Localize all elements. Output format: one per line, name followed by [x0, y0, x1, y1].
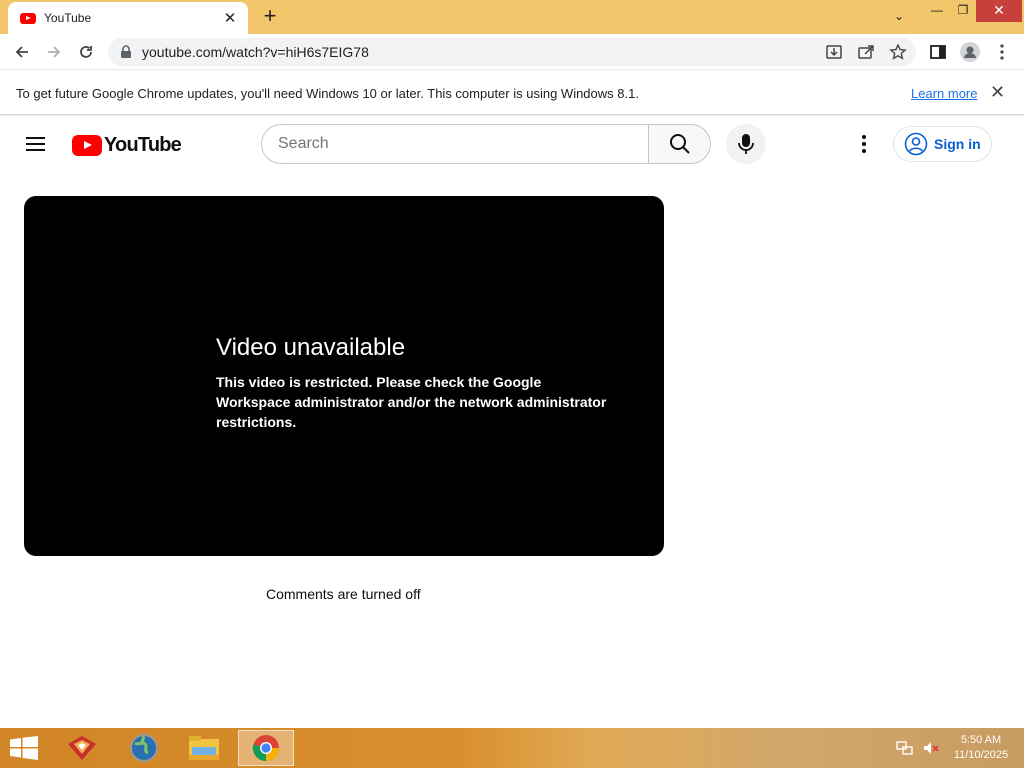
clock-time: 5:50 AM	[960, 734, 1002, 746]
profile-button[interactable]	[958, 40, 982, 64]
comments-status: Comments are turned off	[266, 586, 421, 602]
share-icon	[858, 45, 874, 59]
back-arrow-icon	[15, 46, 28, 58]
search-input[interactable]	[261, 124, 648, 164]
youtube-logo-text: YouTube	[104, 133, 182, 156]
infobar-close-icon[interactable]: ✕	[990, 82, 1005, 103]
volume-muted-icon[interactable]	[922, 740, 940, 756]
chrome-menu-button[interactable]	[990, 40, 1014, 64]
install-icon	[826, 45, 842, 59]
minimize-button[interactable]: —	[926, 0, 948, 22]
clock-date: 11/10/2025	[953, 749, 1009, 761]
search-icon	[669, 134, 690, 154]
sign-in-button[interactable]: Sign in	[893, 126, 992, 162]
microphone-icon	[738, 134, 754, 154]
taskbar-chrome[interactable]	[238, 730, 294, 766]
reload-button[interactable]	[74, 40, 98, 64]
side-panel-button[interactable]	[926, 40, 950, 64]
tab-youtube[interactable]: YouTube ✕	[8, 2, 248, 34]
kebab-menu-icon	[1000, 44, 1004, 60]
search-box	[261, 124, 711, 164]
browser-toolbar: youtube.com/watch?v=hiH6s7EIG78	[0, 34, 1024, 70]
youtube-logo[interactable]: YouTube	[72, 133, 182, 157]
url-text: youtube.com/watch?v=hiH6s7EIG78	[142, 44, 369, 60]
address-bar[interactable]: youtube.com/watch?v=hiH6s7EIG78	[108, 38, 916, 66]
learn-more-link[interactable]: Learn more	[911, 86, 977, 101]
install-button[interactable]	[822, 40, 846, 64]
forward-button[interactable]	[42, 40, 66, 64]
taskbar-file-explorer[interactable]	[176, 730, 232, 766]
taskbar-app[interactable]	[54, 730, 110, 766]
player-error-title: Video unavailable	[216, 334, 406, 361]
lock-icon	[121, 45, 131, 58]
search-button[interactable]	[648, 124, 711, 164]
network-icon[interactable]	[896, 740, 914, 756]
app-icon	[68, 736, 96, 760]
reload-icon	[80, 46, 92, 58]
bookmark-button[interactable]	[886, 40, 910, 64]
youtube-favicon-icon	[20, 12, 36, 24]
profile-avatar-icon	[960, 42, 980, 62]
close-window-button[interactable]: ✕	[976, 0, 1022, 22]
forward-arrow-icon	[48, 46, 61, 58]
taskbar-browser[interactable]	[116, 730, 172, 766]
tab-title: YouTube	[44, 11, 92, 25]
new-tab-button[interactable]: +	[258, 4, 282, 28]
infobar-message: To get future Google Chrome updates, you…	[16, 86, 639, 101]
tab-close-icon[interactable]: ✕	[222, 9, 238, 27]
chrome-icon	[252, 735, 279, 762]
guide-menu-icon[interactable]	[22, 133, 50, 155]
share-button[interactable]	[854, 40, 878, 64]
star-icon	[889, 43, 907, 60]
video-player[interactable]: Video unavailable This video is restrict…	[24, 196, 664, 556]
player-error-message: This video is restricted. Please check t…	[216, 374, 607, 430]
voice-search-button[interactable]	[726, 124, 766, 164]
tab-search-icon[interactable]: ⌄	[888, 6, 910, 28]
youtube-masthead: YouTube Sign in	[0, 116, 1024, 172]
globe-icon	[130, 734, 158, 762]
file-explorer-icon	[189, 736, 219, 760]
side-panel-icon	[930, 45, 946, 59]
system-tray	[896, 740, 940, 756]
sign-in-label: Sign in	[934, 136, 981, 152]
update-infobar: To get future Google Chrome updates, you…	[0, 71, 1024, 115]
windows-taskbar: 5:50 AM 11/10/2025	[0, 728, 1024, 768]
taskbar-clock[interactable]: 5:50 AM 11/10/2025	[946, 733, 1016, 763]
youtube-play-icon	[72, 134, 102, 156]
back-button[interactable]	[10, 40, 34, 64]
settings-more-icon[interactable]	[852, 132, 876, 156]
maximize-button[interactable]: ❐	[952, 0, 974, 22]
account-circle-icon	[904, 132, 928, 156]
windows-start-icon[interactable]	[10, 736, 38, 760]
tab-strip: YouTube ✕ + ⌄ — ❐ ✕	[0, 0, 1024, 34]
